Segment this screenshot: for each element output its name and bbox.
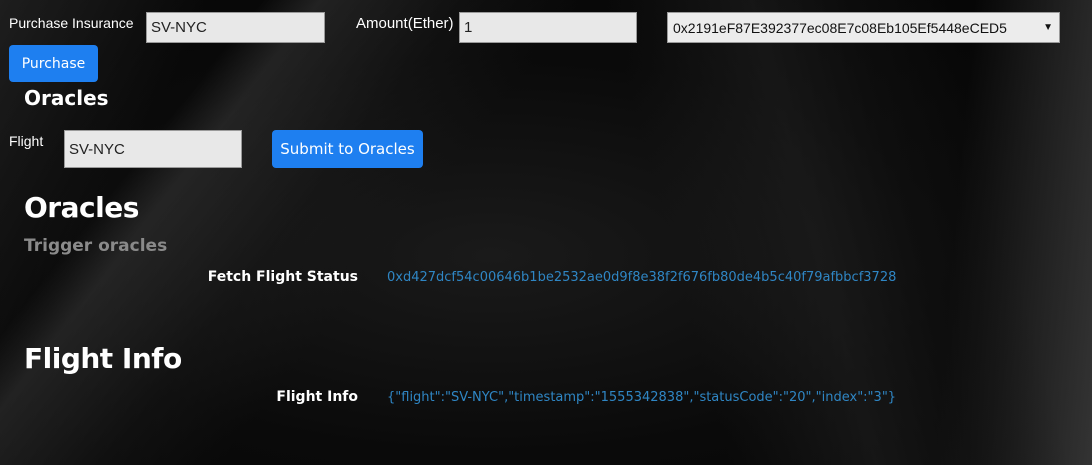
fetch-flight-status-value: 0xd427dcf54c00646b1be2532ae0d9f8e38f2f67… [387, 270, 897, 285]
oracle-flight-label: Flight [9, 133, 44, 149]
flight-info-label: Flight Info [276, 389, 358, 405]
flight-info-value: {"flight":"SV-NYC","timestamp":"15553428… [387, 390, 897, 405]
chevron-down-icon: ▼ [1043, 22, 1053, 33]
purchase-flight-input[interactable] [146, 12, 325, 43]
fetch-flight-status-label: Fetch Flight Status [207, 269, 358, 285]
amount-label: Amount(Ether) [356, 15, 454, 32]
oracles-section-subtitle: Trigger oracles [24, 236, 168, 256]
oracle-flight-input[interactable] [64, 130, 242, 168]
account-select[interactable]: 0x2191eF87E392377ec08E7c08Eb105Ef5448eCE… [667, 12, 1060, 43]
amount-input[interactable] [459, 12, 637, 43]
oracles-section-title: Oracles [24, 191, 139, 224]
oracles-form-heading: Oracles [24, 86, 109, 110]
purchase-button[interactable]: Purchase [9, 45, 98, 82]
flight-info-section-title: Flight Info [24, 342, 182, 375]
purchase-insurance-label: Purchase Insurance [9, 15, 134, 31]
account-select-value: 0x2191eF87E392377ec08E7c08Eb105Ef5448eCE… [673, 19, 1007, 36]
submit-to-oracles-button[interactable]: Submit to Oracles [272, 130, 423, 168]
